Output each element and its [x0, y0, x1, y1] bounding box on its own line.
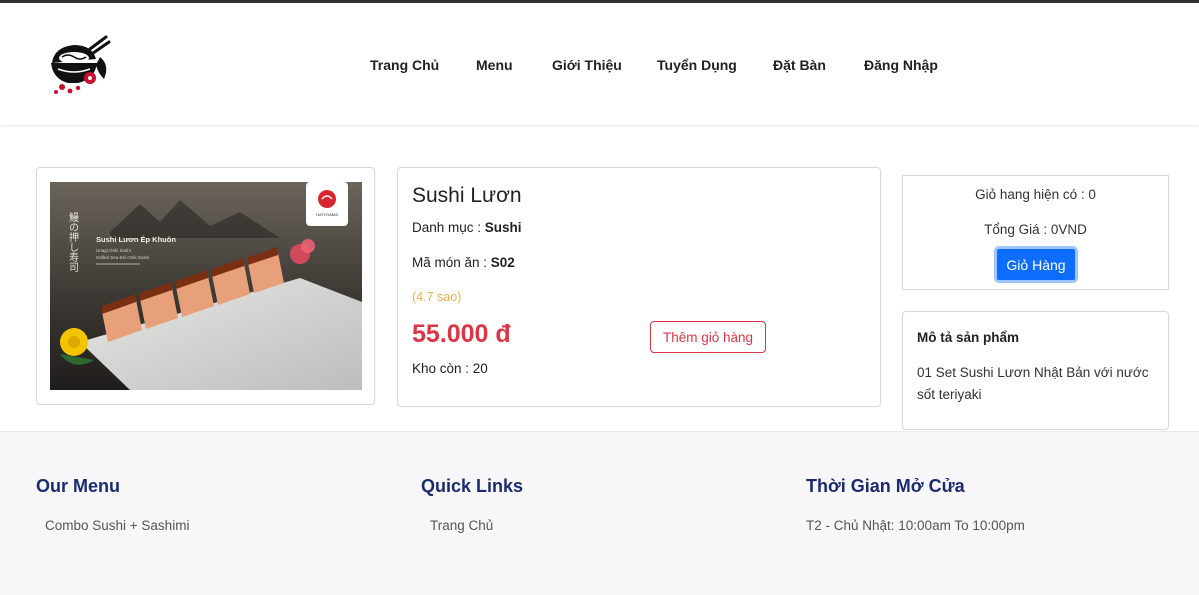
nav-dang-nhap[interactable]: Đăng Nhập — [864, 57, 938, 73]
footer-link-home[interactable]: Trang Chủ — [430, 518, 493, 533]
main-nav: Trang Chủ Menu Giới Thiệu Tuyển Dụng Đặt… — [0, 57, 1199, 77]
product-description-card: Mô tả sản phẩm 01 Set Sushi Lươn Nhật Bả… — [902, 311, 1169, 430]
view-cart-button[interactable]: Giỏ Hàng — [994, 246, 1078, 283]
product-stock: Kho còn : 20 — [412, 361, 488, 376]
footer-links-column: Quick Links Trang Chủ — [421, 476, 524, 533]
code-label: Mã món ăn : — [412, 255, 491, 270]
image-subtitle-2: Grilled Sea Eel Oshi Sushi — [96, 255, 149, 260]
product-category-row: Danh mục : Sushi — [412, 220, 522, 235]
nav-menu[interactable]: Menu — [476, 57, 513, 73]
image-brand: HATOYAMA — [316, 212, 338, 217]
product-info-card: Sushi Lươn Danh mục : Sushi Mã món ăn : … — [397, 167, 881, 407]
footer-links-title: Quick Links — [421, 476, 524, 496]
product-price: 55.000 đ — [412, 320, 511, 348]
category-label: Danh mục : — [412, 220, 485, 235]
site-footer: Our Menu Combo Sushi + Sashimi Quick Lin… — [0, 431, 1199, 595]
footer-menu-column: Our Menu Combo Sushi + Sashimi — [36, 476, 189, 533]
nav-dat-ban[interactable]: Đặt Bàn — [773, 57, 826, 73]
product-name: Sushi Lươn — [412, 184, 522, 207]
site-header: Trang Chủ Menu Giới Thiệu Tuyển Dụng Đặt… — [0, 3, 1199, 126]
description-text: 01 Set Sushi Lươn Nhật Bản với nước sốt … — [917, 365, 1149, 402]
nav-trang-chu[interactable]: Trang Chủ — [370, 57, 439, 73]
product-image: 鰻の押し寿司 Sushi Lươn Ép Khuôn Unagi Oshi Su… — [50, 182, 362, 390]
image-vertical-text: 鰻の押し寿司 — [67, 211, 79, 272]
add-to-cart-button[interactable]: Thêm giỏ hàng — [650, 321, 766, 353]
cart-summary-card: Giỏ hang hiện có : 0 Tổng Giá : 0VND Giỏ… — [902, 175, 1169, 290]
footer-hours-column: Thời Gian Mở Cửa T2 - Chủ Nhật: 10:00am … — [806, 476, 1025, 533]
product-code-row: Mã món ăn : S02 — [412, 255, 515, 270]
cart-total: Tổng Giá : 0VND — [984, 222, 1087, 237]
nav-tuyen-dung[interactable]: Tuyển Dụng — [657, 57, 737, 73]
category-value: Sushi — [484, 220, 522, 235]
image-title: Sushi Lươn Ép Khuôn — [96, 235, 176, 244]
nav-gioi-thieu[interactable]: Giới Thiệu — [552, 57, 622, 73]
footer-hours-title: Thời Gian Mở Cửa — [806, 476, 965, 496]
footer-menu-item[interactable]: Combo Sushi + Sashimi — [45, 518, 189, 533]
product-rating: (4.7 sao) — [412, 290, 462, 304]
description-title: Mô tả sản phẩm — [917, 330, 1020, 345]
cart-count: Giỏ hang hiện có : 0 — [975, 187, 1096, 202]
footer-hours-text: T2 - Chủ Nhật: 10:00am To 10:00pm — [806, 518, 1025, 533]
product-image-card: 鰻の押し寿司 Sushi Lươn Ép Khuôn Unagi Oshi Su… — [36, 167, 375, 405]
footer-menu-title: Our Menu — [36, 476, 120, 496]
code-value: S02 — [490, 255, 515, 270]
image-subtitle-1: Unagi Oshi Sushi — [96, 248, 131, 253]
